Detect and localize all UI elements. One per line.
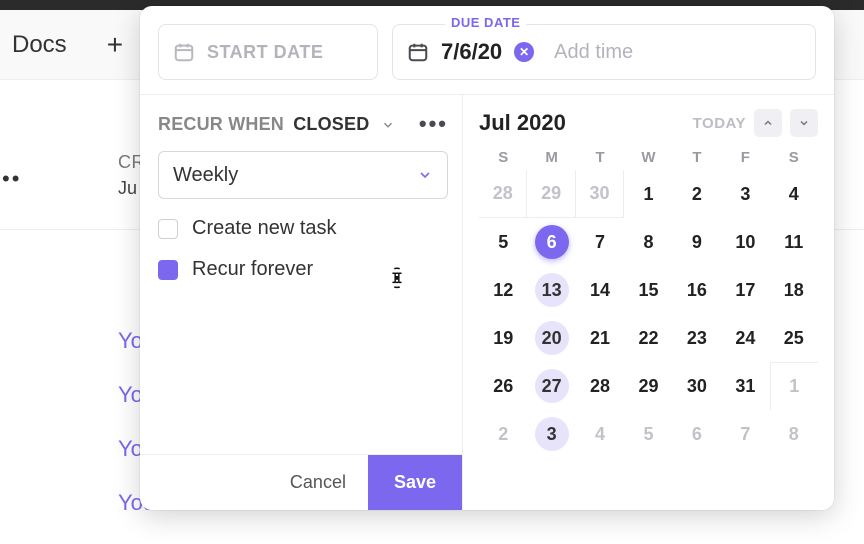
date-recurrence-modal: START DATE DUE DATE 7/6/20 ✕ Add time RE… bbox=[140, 6, 834, 510]
background-label-ju: Ju bbox=[118, 178, 137, 199]
calendar-pane: Jul 2020 TODAY SMTWTFS 28293012345678910… bbox=[462, 94, 834, 510]
calendar-day[interactable]: 21 bbox=[576, 314, 624, 362]
today-button[interactable]: TODAY bbox=[693, 115, 746, 132]
due-date-label: DUE DATE bbox=[445, 15, 526, 30]
modal-footer: Cancel Save bbox=[140, 454, 462, 510]
calendar-dow: T bbox=[673, 149, 721, 166]
calendar-grid: 2829301234567891011121314151617181920212… bbox=[479, 170, 818, 458]
prev-month-button[interactable] bbox=[754, 109, 782, 137]
calendar-day[interactable]: 27 bbox=[527, 362, 575, 410]
checkbox-icon bbox=[158, 260, 178, 280]
calendar-day[interactable]: 2 bbox=[673, 170, 721, 218]
calendar-day[interactable]: 30 bbox=[576, 170, 624, 218]
calendar-day[interactable]: 22 bbox=[624, 314, 672, 362]
calendar-day[interactable]: 1 bbox=[624, 170, 672, 218]
start-date-input[interactable]: START DATE bbox=[158, 24, 378, 80]
calendar-day[interactable]: 13 bbox=[527, 266, 575, 314]
calendar-day[interactable]: 31 bbox=[721, 362, 769, 410]
checkbox-icon bbox=[158, 219, 178, 239]
calendar-day[interactable]: 6 bbox=[527, 218, 575, 266]
calendar-day[interactable]: 15 bbox=[624, 266, 672, 314]
calendar-day[interactable]: 10 bbox=[721, 218, 769, 266]
add-icon[interactable]: + bbox=[107, 29, 123, 61]
calendar-icon bbox=[407, 41, 429, 63]
recur-forever-checkbox[interactable]: Recur forever bbox=[158, 258, 448, 281]
checkbox-label: Recur forever bbox=[192, 258, 313, 281]
calendar-dow: S bbox=[770, 149, 818, 166]
calendar-day[interactable]: 9 bbox=[673, 218, 721, 266]
row-actions-icon[interactable]: •• bbox=[2, 166, 21, 192]
recurrence-pane: RECUR WHEN CLOSED ••• Weekly Create new … bbox=[140, 94, 462, 510]
calendar-day[interactable]: 8 bbox=[770, 410, 818, 458]
calendar-month-title: Jul 2020 bbox=[479, 110, 566, 136]
calendar-day[interactable]: 20 bbox=[527, 314, 575, 362]
calendar-day[interactable]: 23 bbox=[673, 314, 721, 362]
calendar-day[interactable]: 4 bbox=[770, 170, 818, 218]
chevron-down-icon bbox=[798, 117, 810, 129]
calendar-day[interactable]: 3 bbox=[527, 410, 575, 458]
calendar-day[interactable]: 29 bbox=[624, 362, 672, 410]
calendar-dow: S bbox=[479, 149, 527, 166]
calendar-day[interactable]: 17 bbox=[721, 266, 769, 314]
calendar-day[interactable]: 1 bbox=[770, 362, 818, 410]
calendar-day[interactable]: 19 bbox=[479, 314, 527, 362]
calendar-day[interactable]: 4 bbox=[576, 410, 624, 458]
calendar-day[interactable]: 18 bbox=[770, 266, 818, 314]
calendar-day[interactable]: 29 bbox=[527, 170, 575, 218]
calendar-dow: T bbox=[576, 149, 624, 166]
calendar-day[interactable]: 26 bbox=[479, 362, 527, 410]
calendar-day[interactable]: 24 bbox=[721, 314, 769, 362]
next-month-button[interactable] bbox=[790, 109, 818, 137]
more-options-icon[interactable]: ••• bbox=[419, 111, 448, 137]
calendar-day[interactable]: 8 bbox=[624, 218, 672, 266]
chevron-down-icon bbox=[417, 167, 433, 183]
chevron-down-icon bbox=[381, 118, 395, 132]
calendar-day[interactable]: 5 bbox=[624, 410, 672, 458]
docs-tab[interactable]: Docs bbox=[12, 31, 67, 59]
calendar-day[interactable]: 7 bbox=[721, 410, 769, 458]
frequency-select[interactable]: Weekly bbox=[158, 151, 448, 199]
calendar-day[interactable]: 16 bbox=[673, 266, 721, 314]
calendar-day[interactable]: 3 bbox=[721, 170, 769, 218]
cancel-button[interactable]: Cancel bbox=[268, 455, 368, 510]
calendar-day[interactable]: 28 bbox=[479, 170, 527, 218]
due-date-value: 7/6/20 bbox=[441, 39, 502, 65]
save-button[interactable]: Save bbox=[368, 455, 462, 510]
calendar-day[interactable]: 11 bbox=[770, 218, 818, 266]
calendar-day[interactable]: 12 bbox=[479, 266, 527, 314]
checkbox-label: Create new task bbox=[192, 217, 337, 240]
recur-trigger[interactable]: RECUR WHEN CLOSED bbox=[158, 114, 395, 135]
calendar-day[interactable]: 14 bbox=[576, 266, 624, 314]
calendar-day[interactable]: 28 bbox=[576, 362, 624, 410]
calendar-day[interactable]: 2 bbox=[479, 410, 527, 458]
create-new-task-checkbox[interactable]: Create new task bbox=[158, 217, 448, 240]
calendar-day[interactable]: 5 bbox=[479, 218, 527, 266]
calendar-dow-row: SMTWTFS bbox=[479, 149, 818, 166]
calendar-dow: W bbox=[624, 149, 672, 166]
add-time-button[interactable]: Add time bbox=[554, 41, 633, 64]
due-date-input[interactable]: DUE DATE 7/6/20 ✕ Add time bbox=[392, 24, 816, 80]
calendar-dow: F bbox=[721, 149, 769, 166]
chevron-up-icon bbox=[762, 117, 774, 129]
calendar-day[interactable]: 6 bbox=[673, 410, 721, 458]
calendar-day[interactable]: 25 bbox=[770, 314, 818, 362]
calendar-day[interactable]: 30 bbox=[673, 362, 721, 410]
frequency-value: Weekly bbox=[173, 164, 238, 187]
recur-state: CLOSED bbox=[293, 114, 369, 134]
start-date-placeholder: START DATE bbox=[207, 42, 323, 63]
calendar-icon bbox=[173, 41, 195, 63]
calendar-day[interactable]: 7 bbox=[576, 218, 624, 266]
calendar-dow: M bbox=[527, 149, 575, 166]
recur-label: RECUR WHEN bbox=[158, 114, 284, 134]
clear-due-date-button[interactable]: ✕ bbox=[514, 42, 534, 62]
